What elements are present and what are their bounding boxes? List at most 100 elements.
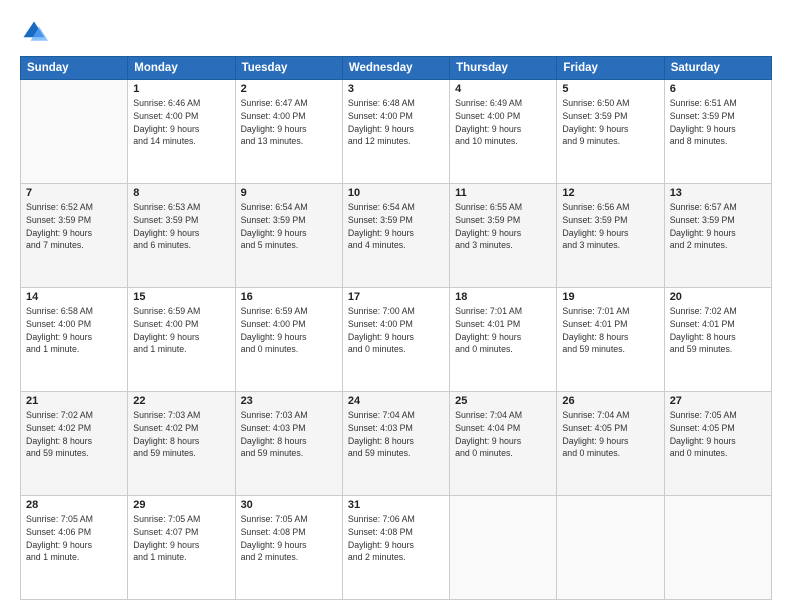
weekday-header: Wednesday bbox=[342, 57, 449, 80]
page: SundayMondayTuesdayWednesdayThursdayFrid… bbox=[0, 0, 792, 612]
day-number: 10 bbox=[348, 187, 444, 199]
day-number: 4 bbox=[455, 83, 551, 95]
logo bbox=[20, 18, 52, 46]
day-info: Sunrise: 7:02 AM Sunset: 4:01 PM Dayligh… bbox=[670, 305, 766, 356]
day-info: Sunrise: 7:01 AM Sunset: 4:01 PM Dayligh… bbox=[562, 305, 658, 356]
day-info: Sunrise: 6:48 AM Sunset: 4:00 PM Dayligh… bbox=[348, 97, 444, 148]
day-info: Sunrise: 6:55 AM Sunset: 3:59 PM Dayligh… bbox=[455, 201, 551, 252]
calendar-cell: 23Sunrise: 7:03 AM Sunset: 4:03 PM Dayli… bbox=[235, 392, 342, 496]
calendar-week-row: 28 Sunrise: 7:05 AM Sunset: 4:06 PM Dayli… bbox=[21, 496, 772, 600]
day-info: Sunrise: 6:54 AM Sunset: 3:59 PM Dayligh… bbox=[348, 201, 444, 252]
calendar-cell: 24Sunrise: 7:04 AM Sunset: 4:03 PM Dayli… bbox=[342, 392, 449, 496]
day-info: Sunrise: 6:52 AM Sunset: 3:59 PM Dayligh… bbox=[26, 201, 122, 252]
day-info: Sunrise: 7:01 AM Sunset: 4:01 PM Dayligh… bbox=[455, 305, 551, 356]
calendar-cell bbox=[664, 496, 771, 600]
calendar-cell bbox=[450, 496, 557, 600]
day-info: Sunrise: 7:05 AM Sunset: 4:05 PM Dayligh… bbox=[670, 409, 766, 460]
day-info: Sunrise: 6:59 AM Sunset: 4:00 PM Dayligh… bbox=[133, 305, 229, 356]
calendar-cell: 29Sunrise: 7:05 AM Sunset: 4:07 PM Dayli… bbox=[128, 496, 235, 600]
day-number: 14 bbox=[26, 291, 122, 303]
calendar-cell: 6 Sunrise: 6:51 AM Sunset: 3:59 PM Daylig… bbox=[664, 80, 771, 184]
calendar-cell: 8 Sunrise: 6:53 AM Sunset: 3:59 PM Daylig… bbox=[128, 184, 235, 288]
calendar-cell: 14 Sunrise: 6:58 AM Sunset: 4:00 PM Dayli… bbox=[21, 288, 128, 392]
day-info: Sunrise: 7:04 AM Sunset: 4:04 PM Dayligh… bbox=[455, 409, 551, 460]
day-number: 27 bbox=[670, 395, 766, 407]
day-info: Sunrise: 7:05 AM Sunset: 4:07 PM Dayligh… bbox=[133, 513, 229, 564]
day-number: 25 bbox=[455, 395, 551, 407]
day-number: 6 bbox=[670, 83, 766, 95]
day-number: 28 bbox=[26, 499, 122, 511]
weekday-header: Monday bbox=[128, 57, 235, 80]
day-info: Sunrise: 7:03 AM Sunset: 4:02 PM Dayligh… bbox=[133, 409, 229, 460]
day-info: Sunrise: 6:51 AM Sunset: 3:59 PM Dayligh… bbox=[670, 97, 766, 148]
calendar-cell: 7 Sunrise: 6:52 AM Sunset: 3:59 PM Daylig… bbox=[21, 184, 128, 288]
day-number: 19 bbox=[562, 291, 658, 303]
weekday-header: Sunday bbox=[21, 57, 128, 80]
day-info: Sunrise: 7:02 AM Sunset: 4:02 PM Dayligh… bbox=[26, 409, 122, 460]
calendar-cell: 9 Sunrise: 6:54 AM Sunset: 3:59 PM Daylig… bbox=[235, 184, 342, 288]
day-info: Sunrise: 7:04 AM Sunset: 4:05 PM Dayligh… bbox=[562, 409, 658, 460]
day-info: Sunrise: 6:54 AM Sunset: 3:59 PM Dayligh… bbox=[241, 201, 337, 252]
day-info: Sunrise: 6:56 AM Sunset: 3:59 PM Dayligh… bbox=[562, 201, 658, 252]
day-number: 9 bbox=[241, 187, 337, 199]
calendar-week-row: 7 Sunrise: 6:52 AM Sunset: 3:59 PM Daylig… bbox=[21, 184, 772, 288]
day-number: 11 bbox=[455, 187, 551, 199]
day-number: 7 bbox=[26, 187, 122, 199]
day-number: 8 bbox=[133, 187, 229, 199]
day-info: Sunrise: 7:06 AM Sunset: 4:08 PM Dayligh… bbox=[348, 513, 444, 564]
calendar-cell: 21 Sunrise: 7:02 AM Sunset: 4:02 PM Dayli… bbox=[21, 392, 128, 496]
weekday-header: Saturday bbox=[664, 57, 771, 80]
day-number: 20 bbox=[670, 291, 766, 303]
weekday-header: Tuesday bbox=[235, 57, 342, 80]
day-info: Sunrise: 7:00 AM Sunset: 4:00 PM Dayligh… bbox=[348, 305, 444, 356]
day-info: Sunrise: 6:59 AM Sunset: 4:00 PM Dayligh… bbox=[241, 305, 337, 356]
calendar-week-row: 1 Sunrise: 6:46 AM Sunset: 4:00 PM Daylig… bbox=[21, 80, 772, 184]
day-number: 12 bbox=[562, 187, 658, 199]
day-number: 31 bbox=[348, 499, 444, 511]
calendar-cell: 30 Sunrise: 7:05 AM Sunset: 4:08 PM Dayli… bbox=[235, 496, 342, 600]
calendar-cell: 15 Sunrise: 6:59 AM Sunset: 4:00 PM Dayli… bbox=[128, 288, 235, 392]
calendar-cell: 25 Sunrise: 7:04 AM Sunset: 4:04 PM Dayli… bbox=[450, 392, 557, 496]
calendar-cell: 22 Sunrise: 7:03 AM Sunset: 4:02 PM Dayli… bbox=[128, 392, 235, 496]
calendar-week-row: 21 Sunrise: 7:02 AM Sunset: 4:02 PM Dayli… bbox=[21, 392, 772, 496]
weekday-header: Friday bbox=[557, 57, 664, 80]
day-number: 22 bbox=[133, 395, 229, 407]
day-info: Sunrise: 6:53 AM Sunset: 3:59 PM Dayligh… bbox=[133, 201, 229, 252]
calendar-cell: 10 Sunrise: 6:54 AM Sunset: 3:59 PM Dayli… bbox=[342, 184, 449, 288]
calendar-cell: 20 Sunrise: 7:02 AM Sunset: 4:01 PM Dayli… bbox=[664, 288, 771, 392]
day-number: 26 bbox=[562, 395, 658, 407]
day-number: 1 bbox=[133, 83, 229, 95]
day-number: 18 bbox=[455, 291, 551, 303]
day-number: 17 bbox=[348, 291, 444, 303]
day-number: 21 bbox=[26, 395, 122, 407]
day-number: 16 bbox=[241, 291, 337, 303]
calendar-week-row: 14 Sunrise: 6:58 AM Sunset: 4:00 PM Dayli… bbox=[21, 288, 772, 392]
calendar-cell bbox=[21, 80, 128, 184]
day-number: 30 bbox=[241, 499, 337, 511]
calendar-cell: 5Sunrise: 6:50 AM Sunset: 3:59 PM Daylig… bbox=[557, 80, 664, 184]
calendar-cell: 31 Sunrise: 7:06 AM Sunset: 4:08 PM Dayli… bbox=[342, 496, 449, 600]
day-number: 13 bbox=[670, 187, 766, 199]
day-info: Sunrise: 7:04 AM Sunset: 4:03 PM Dayligh… bbox=[348, 409, 444, 460]
day-info: Sunrise: 7:05 AM Sunset: 4:08 PM Dayligh… bbox=[241, 513, 337, 564]
day-info: Sunrise: 6:46 AM Sunset: 4:00 PM Dayligh… bbox=[133, 97, 229, 148]
calendar-cell: 13Sunrise: 6:57 AM Sunset: 3:59 PM Dayli… bbox=[664, 184, 771, 288]
day-info: Sunrise: 6:50 AM Sunset: 3:59 PM Dayligh… bbox=[562, 97, 658, 148]
calendar-table: SundayMondayTuesdayWednesdayThursdayFrid… bbox=[20, 56, 772, 600]
calendar-cell: 28 Sunrise: 7:05 AM Sunset: 4:06 PM Dayli… bbox=[21, 496, 128, 600]
calendar-cell: 27 Sunrise: 7:05 AM Sunset: 4:05 PM Dayli… bbox=[664, 392, 771, 496]
weekday-header: Thursday bbox=[450, 57, 557, 80]
calendar-cell: 19 Sunrise: 7:01 AM Sunset: 4:01 PM Dayli… bbox=[557, 288, 664, 392]
calendar-cell: 4Sunrise: 6:49 AM Sunset: 4:00 PM Daylig… bbox=[450, 80, 557, 184]
day-number: 2 bbox=[241, 83, 337, 95]
day-info: Sunrise: 7:05 AM Sunset: 4:06 PM Dayligh… bbox=[26, 513, 122, 564]
day-number: 15 bbox=[133, 291, 229, 303]
day-info: Sunrise: 6:47 AM Sunset: 4:00 PM Dayligh… bbox=[241, 97, 337, 148]
calendar-header-row: SundayMondayTuesdayWednesdayThursdayFrid… bbox=[21, 57, 772, 80]
day-info: Sunrise: 6:58 AM Sunset: 4:00 PM Dayligh… bbox=[26, 305, 122, 356]
calendar-cell: 12 Sunrise: 6:56 AM Sunset: 3:59 PM Dayli… bbox=[557, 184, 664, 288]
calendar-cell: 26 Sunrise: 7:04 AM Sunset: 4:05 PM Dayli… bbox=[557, 392, 664, 496]
logo-icon bbox=[20, 18, 48, 46]
calendar-cell: 11 Sunrise: 6:55 AM Sunset: 3:59 PM Dayli… bbox=[450, 184, 557, 288]
header bbox=[20, 18, 772, 46]
